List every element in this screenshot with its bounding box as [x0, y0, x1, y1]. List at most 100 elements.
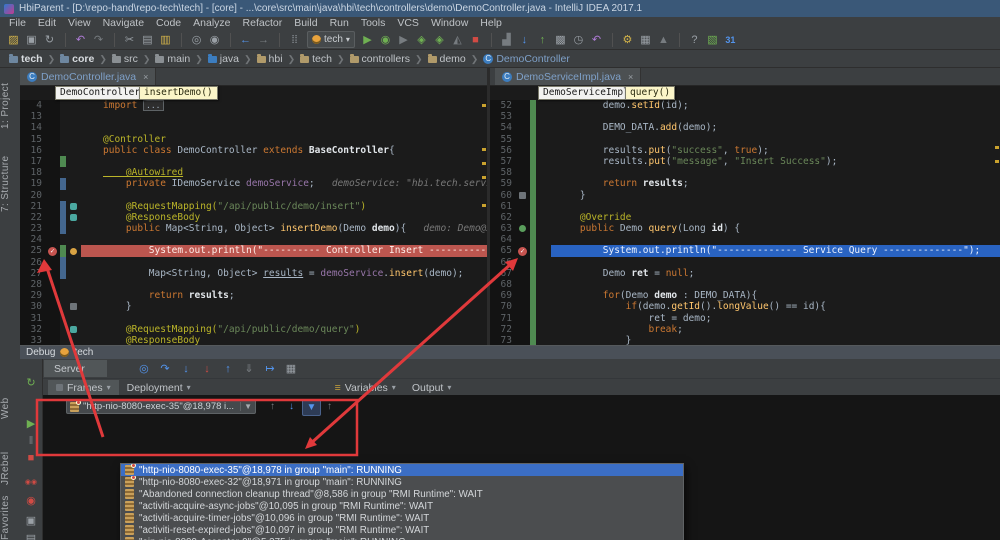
- rerun-icon[interactable]: ↻: [22, 374, 40, 390]
- tab-output[interactable]: Output▾: [404, 380, 460, 395]
- thread-combobox[interactable]: "http-nio-8080-exec-35"@18,978 i... ▼: [66, 399, 256, 414]
- thread-row[interactable]: "http-nio-8080-exec-32"@18,971 in group …: [121, 476, 683, 488]
- crumb-hbi[interactable]: hbi: [254, 53, 286, 65]
- view-breakpoints-icon[interactable]: ◉: [22, 492, 40, 508]
- open-folder-icon[interactable]: ▨: [5, 32, 22, 48]
- mute-breakpoints-icon[interactable]: ◉◉: [22, 474, 40, 490]
- thread-row[interactable]: "activiti-acquire-async-jobs"@10,095 in …: [121, 500, 683, 512]
- vcs-commit-icon[interactable]: ↑: [534, 32, 551, 48]
- vcs-update-icon[interactable]: ↓: [516, 32, 533, 48]
- crumb-tech[interactable]: tech: [297, 53, 335, 65]
- thread-filter-icon[interactable]: ▼: [302, 399, 321, 416]
- thread-up-icon[interactable]: ↑: [321, 399, 338, 414]
- menu-build[interactable]: Build: [289, 17, 322, 30]
- shelve-icon[interactable]: ▩: [552, 32, 569, 48]
- force-step-into-icon[interactable]: ↓: [198, 361, 216, 377]
- sync-icon[interactable]: ↻: [41, 32, 58, 48]
- history-icon[interactable]: ◷: [570, 32, 587, 48]
- thread-row[interactable]: "Abandoned connection cleanup thread"@8,…: [121, 488, 683, 500]
- find-icon[interactable]: ◎: [188, 32, 205, 48]
- debug-icon[interactable]: ◉: [377, 32, 394, 48]
- request-mapping-icon[interactable]: [70, 214, 77, 221]
- toolwindow-web[interactable]: Web: [0, 392, 20, 424]
- copy-icon[interactable]: ▤: [139, 32, 156, 48]
- crumb-main[interactable]: main: [152, 53, 193, 65]
- rollback-icon[interactable]: ↶: [588, 32, 605, 48]
- coverage-icon[interactable]: ▶: [395, 32, 412, 48]
- toolwindow-project[interactable]: 1: Project: [0, 74, 20, 138]
- tool-gray-icon[interactable]: ▟: [498, 32, 515, 48]
- menu-edit[interactable]: Edit: [33, 17, 61, 30]
- close-icon[interactable]: ×: [628, 72, 633, 82]
- idea-31-icon[interactable]: 31: [722, 32, 739, 48]
- undo-icon[interactable]: ↶: [72, 32, 89, 48]
- run-to-cursor-icon[interactable]: ↦: [261, 361, 279, 377]
- back-icon[interactable]: ←: [237, 32, 254, 48]
- project-structure-icon[interactable]: ▦: [637, 32, 654, 48]
- thread-row[interactable]: "ajp-nio-8009-Acceptor-0"@5,375 in group…: [121, 536, 683, 540]
- stop-debug-icon[interactable]: ■: [22, 450, 40, 466]
- run-icon[interactable]: ▶: [359, 32, 376, 48]
- thread-row[interactable]: "activiti-acquire-timer-jobs"@10,096 in …: [121, 512, 683, 524]
- tab-server[interactable]: Server: [44, 360, 107, 377]
- paste-icon[interactable]: ▥: [157, 32, 174, 48]
- run-jrebel-icon[interactable]: ◈: [413, 32, 430, 48]
- thread-row[interactable]: "activiti-reset-expired-jobs"@10,097 in …: [121, 524, 683, 536]
- tab-democontroller[interactable]: C DemoController.java ×: [20, 68, 156, 85]
- thread-row[interactable]: "http-nio-8080-exec-35"@18,978 in group …: [121, 464, 683, 476]
- plugins-icon[interactable]: ▧: [704, 32, 721, 48]
- menu-code[interactable]: Code: [151, 17, 186, 30]
- show-execution-point-icon[interactable]: ◎: [135, 361, 153, 377]
- tab-frames[interactable]: Frames▾: [48, 380, 119, 395]
- crumb-DemoController[interactable]: CDemoController: [480, 53, 573, 65]
- help-icon[interactable]: ?: [686, 32, 703, 48]
- drop-frame-icon[interactable]: ⇓: [240, 361, 258, 377]
- column-mode-icon[interactable]: ⁞⁞: [286, 32, 303, 48]
- tab-variables[interactable]: ≡Variables▾: [327, 380, 404, 395]
- forward-icon[interactable]: →: [255, 32, 272, 48]
- step-into-icon[interactable]: ↓: [177, 361, 195, 377]
- thread-next-icon[interactable]: ↓: [283, 399, 300, 414]
- toolwindow-structure[interactable]: 7: Structure: [0, 146, 20, 222]
- crumb-src[interactable]: src: [109, 53, 141, 65]
- resume-icon[interactable]: ▶: [22, 415, 40, 431]
- toolwindow-jrebel[interactable]: JRebel: [0, 446, 20, 490]
- redo-icon[interactable]: ↷: [90, 32, 107, 48]
- request-mapping-icon[interactable]: [70, 326, 77, 333]
- menu-analyze[interactable]: Analyze: [188, 17, 235, 30]
- crumb-demo[interactable]: demo: [425, 53, 469, 65]
- crumb-java[interactable]: java: [205, 53, 242, 65]
- thread-prev-icon[interactable]: ↑: [264, 399, 281, 414]
- crumb-core[interactable]: core: [57, 53, 97, 65]
- tab-deployment[interactable]: Deployment▾: [119, 380, 199, 395]
- menu-navigate[interactable]: Navigate: [98, 17, 149, 30]
- breakpoint-icon[interactable]: ✓: [48, 247, 57, 256]
- ant-icon[interactable]: ▲: [655, 32, 672, 48]
- menu-vcs[interactable]: VCS: [392, 17, 424, 30]
- stop-icon[interactable]: ■: [467, 32, 484, 48]
- toolwindow-favorites[interactable]: Favorites: [0, 496, 20, 540]
- cut-icon[interactable]: ✂: [121, 32, 138, 48]
- profiler-icon[interactable]: ◭: [449, 32, 466, 48]
- menu-refactor[interactable]: Refactor: [238, 17, 288, 30]
- menu-help[interactable]: Help: [475, 17, 507, 30]
- step-over-icon[interactable]: ↷: [156, 361, 174, 377]
- pause-icon[interactable]: ‖: [22, 433, 40, 449]
- breakpoint-icon[interactable]: ✓: [518, 247, 527, 256]
- menu-tools[interactable]: Tools: [356, 17, 391, 30]
- menu-file[interactable]: File: [4, 17, 31, 30]
- console-icon[interactable]: ▤: [22, 530, 40, 540]
- tab-demoserviceimpl[interactable]: C DemoServiceImpl.java ×: [495, 68, 641, 85]
- menu-view[interactable]: View: [63, 17, 96, 30]
- request-mapping-icon[interactable]: [70, 203, 77, 210]
- crumb-controllers[interactable]: controllers: [347, 53, 413, 65]
- close-icon[interactable]: ×: [143, 72, 148, 82]
- evaluate-expression-icon[interactable]: ▦: [282, 361, 300, 377]
- menu-run[interactable]: Run: [325, 17, 354, 30]
- search-everywhere-icon[interactable]: ◉: [206, 32, 223, 48]
- save-icon[interactable]: ▣: [23, 32, 40, 48]
- step-out-icon[interactable]: ↑: [219, 361, 237, 377]
- run-config-combo[interactable]: tech▾: [307, 31, 355, 48]
- debug-jrebel-icon[interactable]: ◈: [431, 32, 448, 48]
- settings-icon[interactable]: ⚙: [619, 32, 636, 48]
